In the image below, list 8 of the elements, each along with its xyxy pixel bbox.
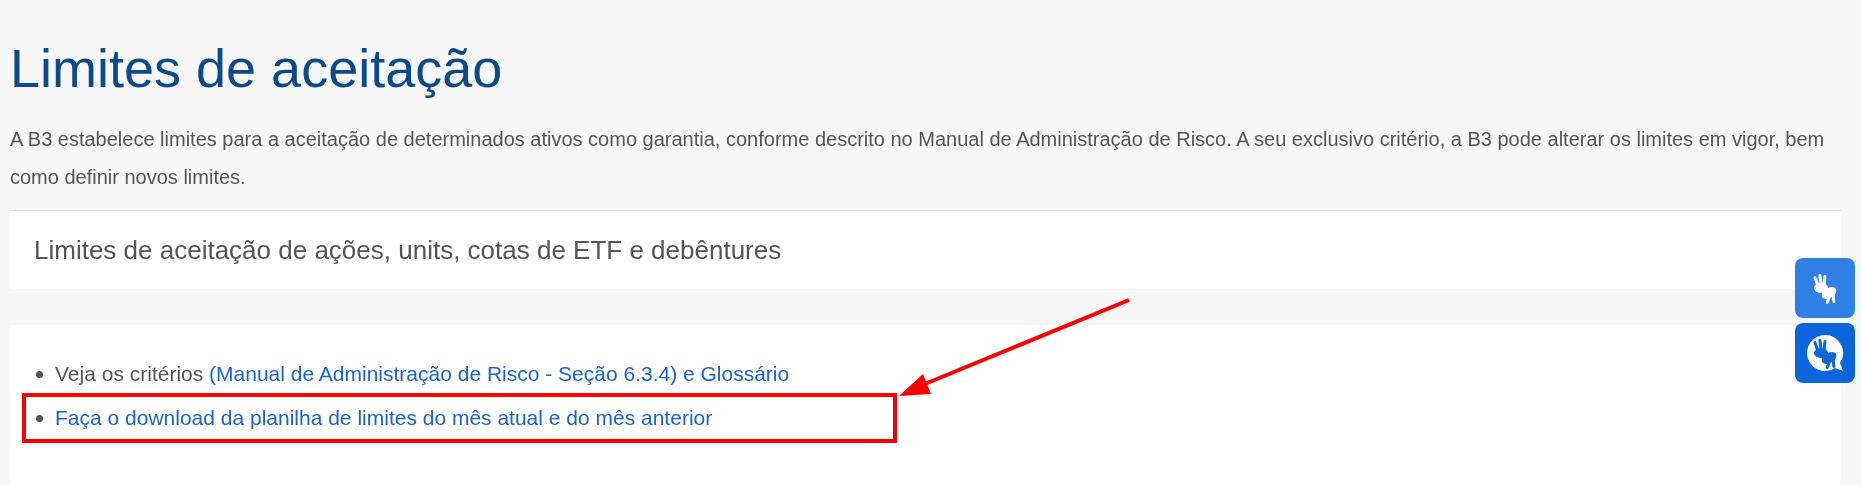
document-link[interactable]: (Manual de Administração de Risco - Seção 6.3.4) e Glossário <box>209 362 790 385</box>
sign-language-icon[interactable] <box>1795 258 1855 318</box>
document-link[interactable]: Faça o download da planilha de limites do mês atual e do mês anterior <box>55 406 713 429</box>
sign-language-chat-icon[interactable] <box>1795 323 1855 383</box>
intro-paragraph: A B3 estabelece limites para a aceitação de determinados ativos como garantia, conforme descrito no Manual de Administração de Risco. A seu exclusivo critério, a B3 pode alterar os limites em vigor, bem como definir novos limites. <box>10 127 1826 190</box>
accordion-header[interactable]: Limites de aceitação de ações, units, cotas de ETF e debêntures <box>10 211 1841 289</box>
page-title: Limites de aceitação <box>10 37 504 100</box>
list-text: Veja os critérios <box>55 362 205 385</box>
